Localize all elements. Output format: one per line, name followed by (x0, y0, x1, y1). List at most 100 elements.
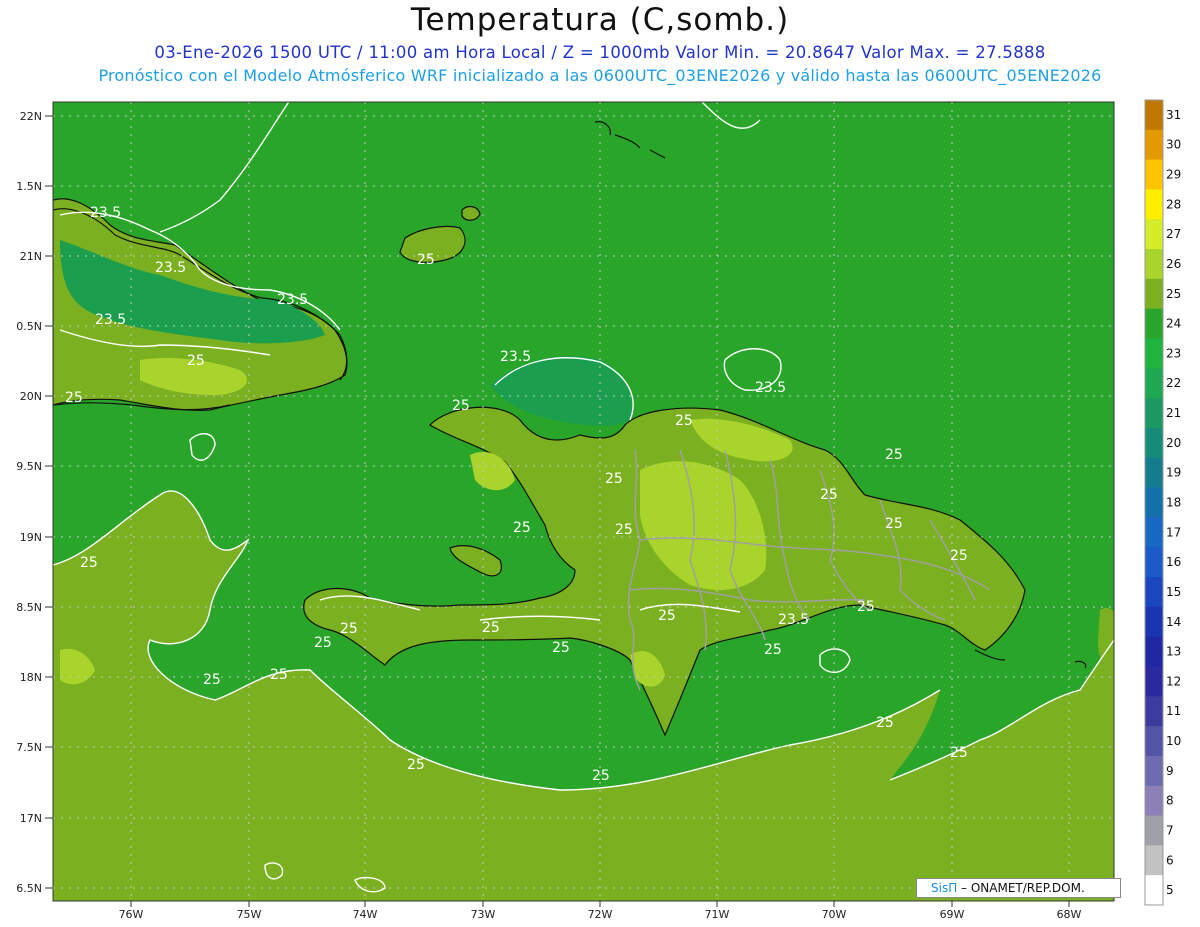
contour-label: 25 (80, 555, 98, 571)
lat-tick-label: 7.5N (16, 741, 42, 754)
colorbar-label: 10 (1166, 734, 1181, 748)
lat-tick-label: 17N (20, 812, 42, 825)
colorbar-label: 15 (1166, 585, 1181, 599)
lat-tick-label: 8.5N (16, 601, 42, 614)
lon-tick-label: 75W (237, 908, 262, 921)
contour-label: 25 (482, 620, 500, 636)
colorbar-label: 21 (1166, 406, 1181, 420)
lat-tick-label: 6.5N (16, 882, 42, 895)
contour-label: 25 (203, 672, 221, 688)
colorbar-swatch (1145, 338, 1163, 369)
colorbar-swatch (1145, 100, 1163, 131)
lat-tick-label: 9.5N (16, 460, 42, 473)
credit-brand: SisΠ (931, 881, 958, 895)
contour-label: 25 (885, 516, 903, 532)
lon-tick-label: 74W (353, 908, 378, 921)
colorbar-label: 28 (1166, 197, 1181, 211)
colorbar-label: 6 (1166, 853, 1174, 867)
lon-tick-label: 73W (471, 908, 496, 921)
lat-tick-label: 0.5N (16, 320, 42, 333)
colorbar-swatch (1145, 189, 1163, 220)
contour-label: 23.5 (755, 380, 786, 396)
lon-tick-label: 76W (119, 908, 144, 921)
contour-label: 25 (552, 640, 570, 656)
contour-label: 25 (857, 599, 875, 615)
colorbar-label: 19 (1166, 466, 1181, 480)
lon-tick-label: 68W (1057, 908, 1082, 921)
colorbar-swatch (1145, 815, 1163, 846)
colorbar-label: 27 (1166, 227, 1181, 241)
colorbar-label: 9 (1166, 764, 1174, 778)
colorbar-swatch (1145, 875, 1163, 906)
longitude-axis: 76W 75W 74W 73W 72W 71W 70W 69W 68W (119, 901, 1082, 921)
colorbar-swatch (1145, 845, 1163, 876)
colorbar-label: 25 (1166, 287, 1181, 301)
colorbar-swatch (1145, 368, 1163, 399)
lat-tick-label: 1.5N (16, 180, 42, 193)
contour-label: 23.5 (155, 260, 186, 276)
colorbar-swatch (1145, 547, 1163, 578)
colorbar-label: 13 (1166, 645, 1181, 659)
contour-label: 25 (452, 398, 470, 414)
contour-label: 25 (187, 353, 205, 369)
contour-label: 23.5 (95, 312, 126, 328)
lat-tick-label: 20N (20, 390, 42, 403)
lat-tick-label: 18N (20, 671, 42, 684)
contour-label: 23.5 (90, 205, 121, 221)
contour-label: 25 (592, 768, 610, 784)
contour-label: 23.5 (277, 292, 308, 308)
contour-label: 25 (407, 757, 425, 773)
colorbar-swatch (1145, 249, 1163, 280)
colorbar-swatch (1145, 726, 1163, 757)
lon-tick-label: 72W (588, 908, 613, 921)
contour-label: 25 (885, 447, 903, 463)
contour-label: 25 (605, 471, 623, 487)
colorbar-label: 30 (1166, 138, 1181, 152)
colorbar-label: 17 (1166, 525, 1181, 539)
lat-tick-label: 22N (20, 110, 42, 123)
colorbar-label: 22 (1166, 376, 1181, 390)
contour-label: 25 (615, 522, 633, 538)
contour-label: 25 (513, 520, 531, 536)
colorbar-swatch (1145, 159, 1163, 190)
contour-label: 25 (658, 608, 676, 624)
colorbar-label: 12 (1166, 674, 1181, 688)
lon-tick-label: 70W (822, 908, 847, 921)
contour-label: 25 (314, 635, 332, 651)
colorbar-swatch (1145, 487, 1163, 518)
lon-tick-label: 69W (940, 908, 965, 921)
colorbar-label: 7 (1166, 823, 1174, 837)
colorbar-label: 18 (1166, 496, 1181, 510)
colorbar-label: 29 (1166, 168, 1181, 182)
colorbar-label: 23 (1166, 346, 1181, 360)
lon-tick-label: 71W (705, 908, 730, 921)
contour-label: 25 (417, 252, 435, 268)
colorbar: 31 30 29 28 27 26 25 24 23 22 21 20 19 18 17 16 15 14 13 12… (1144, 99, 1181, 906)
contour-label: 25 (65, 390, 83, 406)
colorbar-swatch (1145, 666, 1163, 697)
contour-label: 25 (764, 642, 782, 658)
contour-label: 25 (876, 715, 894, 731)
colorbar-swatch (1145, 517, 1163, 548)
colorbar-label: 5 (1166, 883, 1174, 897)
colorbar-label: 8 (1166, 794, 1174, 808)
colorbar-label: 24 (1166, 317, 1181, 331)
colorbar-swatch (1145, 785, 1163, 817)
colorbar-swatch (1145, 398, 1163, 429)
colorbar-swatch (1145, 636, 1163, 667)
contour-label: 25 (675, 413, 693, 429)
colorbar-swatch (1145, 129, 1163, 161)
colorbar-swatch (1145, 457, 1163, 489)
colorbar-swatch (1145, 606, 1163, 638)
colorbar-label: 31 (1166, 108, 1181, 122)
colorbar-swatch (1145, 278, 1163, 310)
lat-tick-label: 19N (20, 531, 42, 544)
contour-label: 25 (820, 487, 838, 503)
map-plot-area (53, 102, 1114, 901)
contour-label: 25 (950, 745, 968, 761)
colorbar-swatch (1145, 308, 1163, 340)
colorbar-swatch (1145, 577, 1163, 608)
colorbar-label: 11 (1166, 704, 1181, 718)
island-north-small (461, 205, 481, 221)
colorbar-label: 14 (1166, 615, 1181, 629)
